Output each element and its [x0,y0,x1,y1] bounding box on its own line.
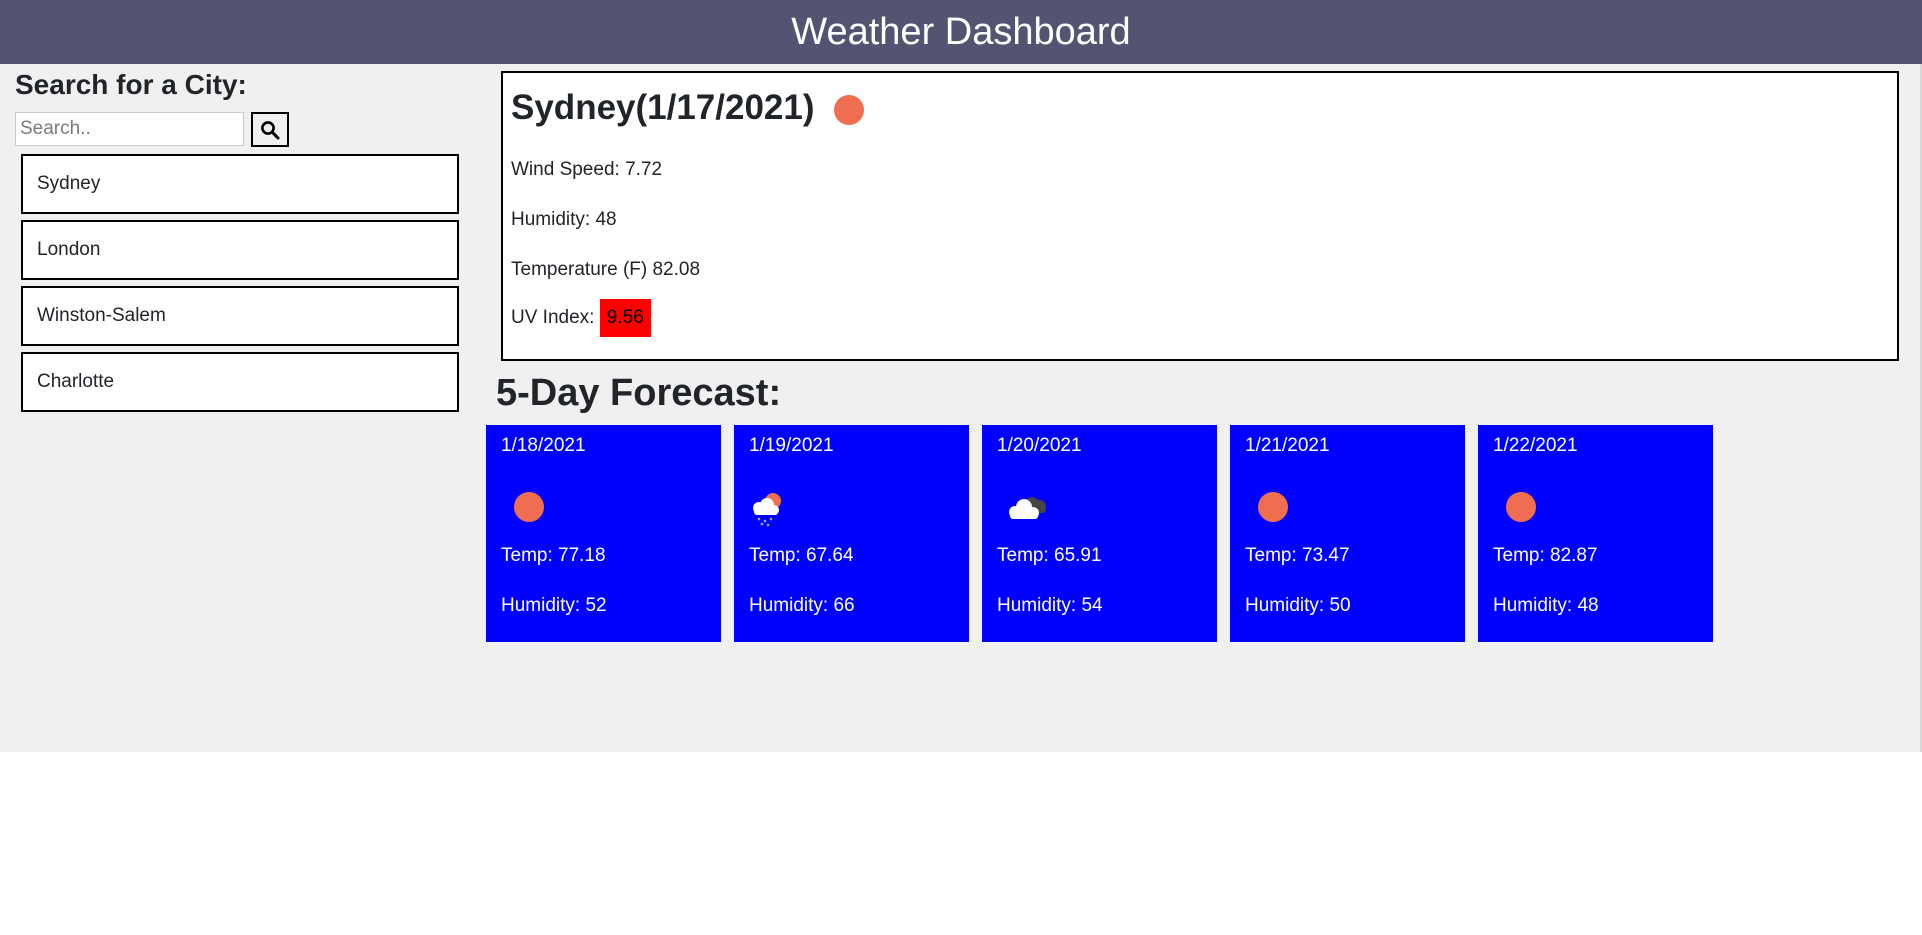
forecast-temp: Temp: 65.91 [997,545,1102,566]
rain-sun-icon [753,493,781,527]
forecast-card: 1/18/2021 Temp: 77.18 Humidity: 52 [486,425,721,642]
forecast-humidity: Humidity: 66 [749,595,855,616]
forecast-date: 1/20/2021 [997,435,1082,456]
current-humidity: Humidity: 48 [511,209,617,230]
uv-index-row: UV Index: 9.56 [511,299,651,337]
sun-icon [1258,492,1288,522]
forecast-heading: 5-Day Forecast: [496,372,782,414]
uv-index-label: UV Index: [511,307,595,329]
forecast-card: 1/22/2021 Temp: 82.87 Humidity: 48 [1478,425,1713,642]
forecast-temp: Temp: 73.47 [1245,545,1350,566]
forecast-cards: 1/18/2021 Temp: 77.18 Humidity: 52 1/19/… [486,425,1726,642]
city-button-london[interactable]: London [21,220,459,280]
search-input[interactable] [15,112,244,146]
sun-icon [514,492,544,522]
sun-icon [833,95,864,125]
forecast-card: 1/21/2021 Temp: 73.47 Humidity: 50 [1230,425,1465,642]
current-weather-panel: Sydney(1/17/2021) Wind Speed: 7.72 Humid… [501,71,1899,361]
sun-icon [1506,492,1536,522]
city-button-sydney[interactable]: Sydney [21,154,459,214]
forecast-date: 1/22/2021 [1493,435,1578,456]
forecast-temp: Temp: 82.87 [1493,545,1598,566]
forecast-card: 1/19/2021 Temp: 67.64 Humidity: 66 [734,425,969,642]
forecast-card: 1/20/2021 Temp: 65.91 Humidity: 54 [982,425,1217,642]
cloud-icon [1009,497,1046,519]
forecast-temp: Temp: 67.64 [749,545,854,566]
city-button-winston-salem[interactable]: Winston-Salem [21,286,459,346]
search-button[interactable] [251,112,289,147]
forecast-humidity: Humidity: 52 [501,595,607,616]
forecast-date: 1/21/2021 [1245,435,1330,456]
city-button-charlotte[interactable]: Charlotte [21,352,459,412]
current-weather-heading: Sydney(1/17/2021) [511,83,867,133]
page-title: Weather Dashboard [791,11,1131,53]
forecast-humidity: Humidity: 50 [1245,595,1351,616]
wind-speed: Wind Speed: 7.72 [511,159,663,180]
current-city-date: Sydney(1/17/2021) [511,88,815,127]
search-heading: Search for a City: [15,69,247,100]
app: Weather Dashboard Search for a City: Syd… [0,0,1922,752]
uv-index-badge: 9.56 [599,299,651,337]
forecast-humidity: Humidity: 48 [1493,595,1599,616]
forecast-date: 1/18/2021 [501,435,586,456]
current-temperature: Temperature (F) 82.08 [511,259,701,280]
forecast-date: 1/19/2021 [749,435,834,456]
page-header: Weather Dashboard [0,0,1922,64]
forecast-temp: Temp: 77.18 [501,545,606,566]
city-history-list: Sydney London Winston-Salem Charlotte [21,154,459,418]
search-icon [261,120,280,139]
forecast-humidity: Humidity: 54 [997,595,1103,616]
